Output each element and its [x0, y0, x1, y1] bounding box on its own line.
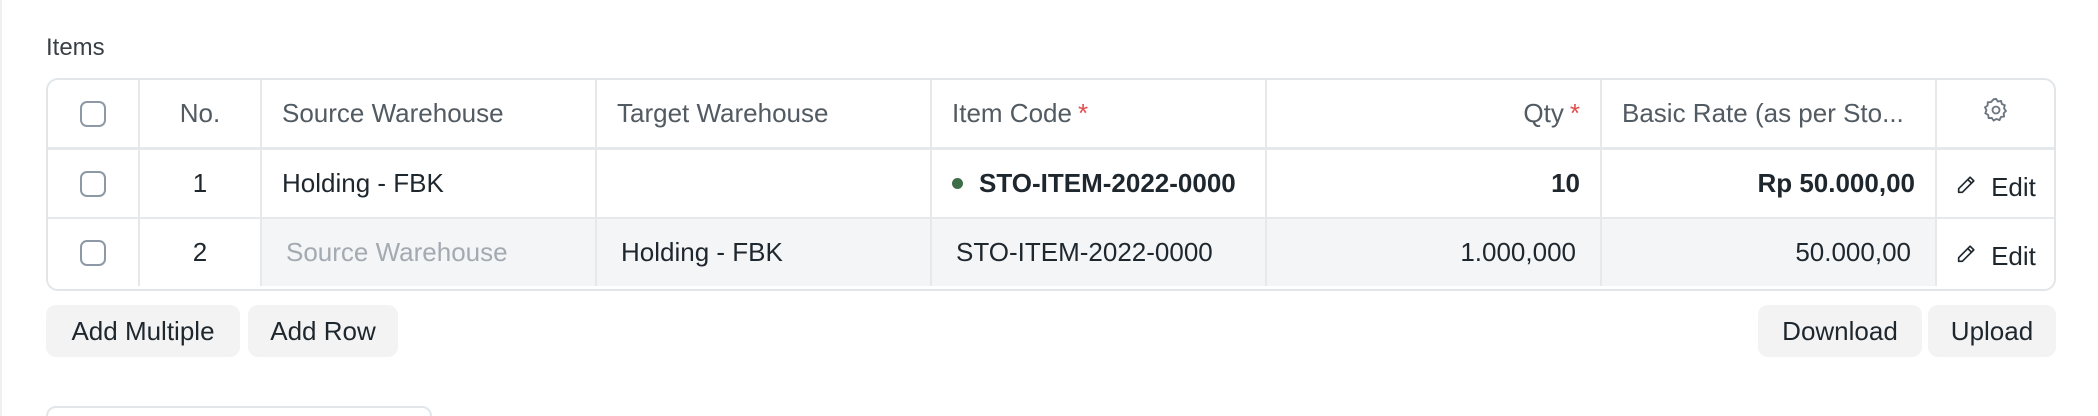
column-header-basic-rate: Basic Rate (as per Sto...	[1602, 80, 1937, 147]
row-checkbox[interactable]	[80, 170, 106, 197]
item-code-header-label: Item Code	[952, 98, 1072, 128]
target-warehouse-input[interactable]: Holding - FBK	[597, 219, 932, 286]
qty-header-label: Qty	[1523, 98, 1564, 128]
row-number: 2	[140, 219, 262, 286]
basic-rate-cell[interactable]: Rp 50.000,00	[1602, 150, 1937, 217]
add-row-button[interactable]: Add Row	[248, 305, 398, 357]
edit-row-button[interactable]: Edit	[1955, 172, 2036, 203]
target-warehouse-cell[interactable]	[597, 150, 932, 217]
edit-label: Edit	[1991, 172, 2036, 202]
column-header-target-warehouse: Target Warehouse	[597, 80, 932, 147]
column-header-no: No.	[140, 80, 262, 147]
qty-input[interactable]: 1.000,000	[1267, 219, 1602, 286]
qty-cell[interactable]: 10	[1267, 150, 1602, 217]
item-code-cell[interactable]: STO-ITEM-2022-0000	[932, 150, 1267, 217]
item-code-value: STO-ITEM-2022-0000	[979, 168, 1236, 198]
select-all-checkbox[interactable]	[80, 100, 106, 127]
row-number: 1	[140, 150, 262, 217]
table-row[interactable]: 2 Source Warehouse Holding - FBK STO-ITE…	[48, 219, 2054, 286]
required-mark: *	[1077, 98, 1089, 128]
column-header-item-code: Item Code *	[932, 80, 1267, 147]
header-check-cell	[48, 80, 140, 147]
required-mark: *	[1569, 98, 1580, 128]
gear-icon[interactable]	[1982, 96, 2010, 131]
item-code-input[interactable]: STO-ITEM-2022-0000	[932, 219, 1267, 286]
edit-cell: Edit	[1937, 219, 2054, 286]
items-section: Items No. Source Warehouse Target Wareho…	[0, 0, 2098, 416]
status-dot-icon	[952, 178, 963, 189]
column-header-qty: Qty *	[1267, 80, 1602, 147]
pencil-icon	[1955, 241, 1977, 272]
column-header-source-warehouse: Source Warehouse	[262, 80, 597, 147]
items-grid: No. Source Warehouse Target Warehouse It…	[46, 78, 2056, 291]
column-settings-cell	[1937, 80, 2054, 147]
edit-row-button[interactable]: Edit	[1955, 241, 2036, 272]
row-check-cell	[48, 150, 140, 217]
next-field-input[interactable]	[46, 406, 432, 416]
edit-cell: Edit	[1937, 150, 2054, 217]
source-warehouse-input[interactable]: Source Warehouse	[262, 219, 597, 286]
row-check-cell	[48, 219, 140, 286]
pencil-icon	[1955, 172, 1977, 203]
download-button[interactable]: Download	[1758, 305, 1922, 357]
edit-label: Edit	[1991, 241, 2036, 271]
grid-header-row: No. Source Warehouse Target Warehouse It…	[48, 80, 2054, 150]
source-warehouse-cell[interactable]: Holding - FBK	[262, 150, 597, 217]
add-multiple-button[interactable]: Add Multiple	[46, 305, 240, 357]
row-checkbox[interactable]	[80, 239, 106, 266]
section-label: Items	[46, 34, 105, 61]
basic-rate-input[interactable]: 50.000,00	[1602, 219, 1937, 286]
table-row[interactable]: 1 Holding - FBK STO-ITEM-2022-0000 10 Rp…	[48, 150, 2054, 219]
upload-button[interactable]: Upload	[1928, 305, 2056, 357]
